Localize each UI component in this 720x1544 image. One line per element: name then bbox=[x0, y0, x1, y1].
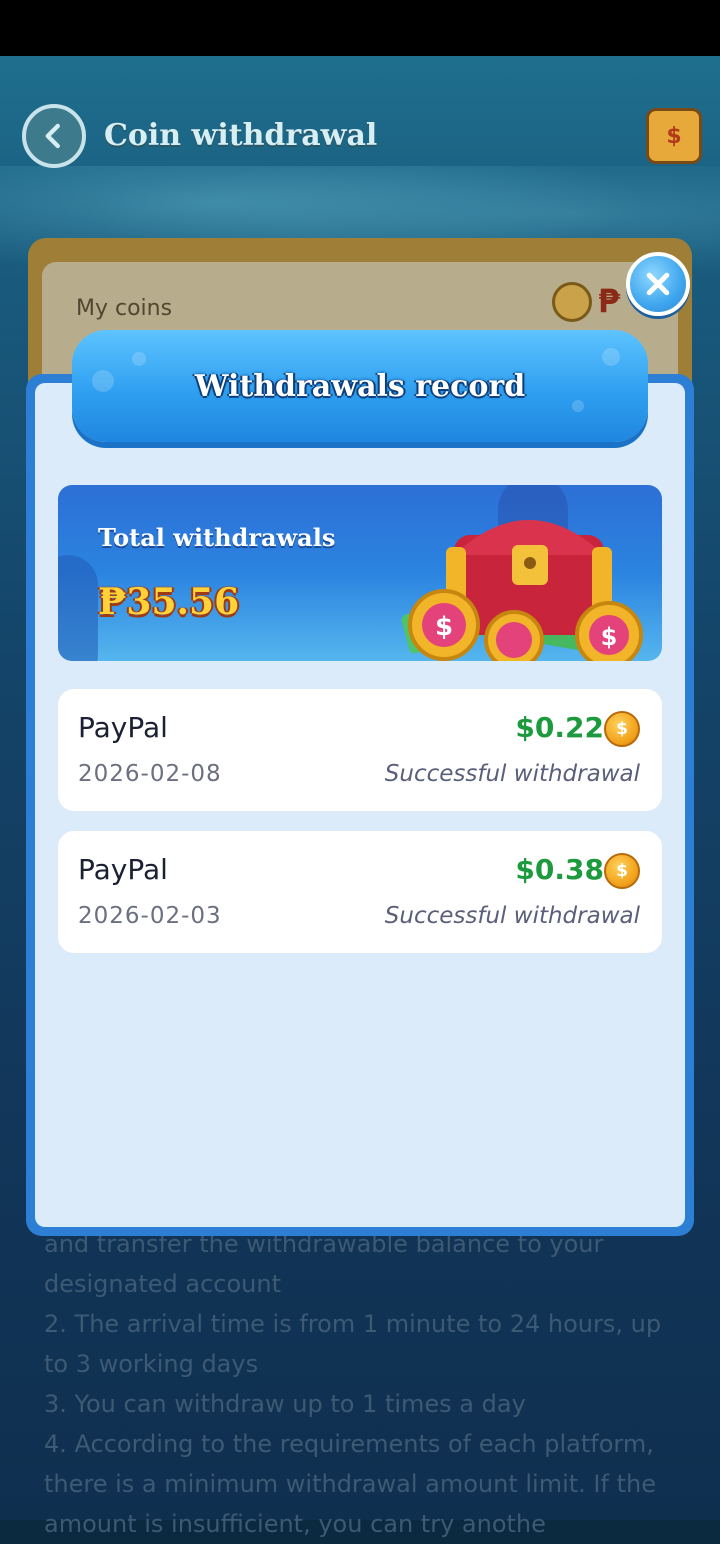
status-bar bbox=[0, 0, 720, 56]
record-amount: $0.22 bbox=[515, 711, 604, 744]
record-date: 2026-02-03 bbox=[78, 903, 222, 929]
svg-text:$: $ bbox=[601, 623, 618, 651]
rule-line: 2. The arrival time is from 1 minute to … bbox=[44, 1310, 662, 1338]
page-title: Coin withdrawal bbox=[104, 118, 378, 153]
rule-line: amount is insufficient, you can try anot… bbox=[44, 1510, 546, 1538]
rule-line: designated account bbox=[44, 1270, 281, 1298]
withdrawal-record-item: PayPal 2026-02-03 $0.38 $ Successful wit… bbox=[58, 831, 662, 953]
coin-icon bbox=[552, 282, 592, 322]
total-withdrawals-banner: Total withdrawals ₱35.56 $ $ bbox=[58, 485, 662, 661]
back-button[interactable] bbox=[22, 104, 86, 168]
svg-text:$: $ bbox=[435, 612, 453, 642]
withdrawal-record-item: PayPal 2026-02-08 $0.22 $ Successful wit… bbox=[58, 689, 662, 811]
seaweed-decoration bbox=[58, 555, 98, 661]
total-withdrawals-label: Total withdrawals bbox=[98, 523, 336, 552]
modal-title: Withdrawals record bbox=[194, 368, 526, 404]
record-method: PayPal bbox=[78, 711, 168, 744]
modal-header: Withdrawals record bbox=[72, 330, 648, 442]
record-amount: $0.38 bbox=[515, 853, 604, 886]
record-method: PayPal bbox=[78, 853, 168, 886]
coin-icon: $ bbox=[604, 853, 640, 889]
wallet-icon[interactable]: $ bbox=[646, 108, 702, 164]
rule-line: to 3 working days bbox=[44, 1350, 259, 1378]
record-status: Successful withdrawal bbox=[384, 903, 640, 929]
record-date: 2026-02-08 bbox=[78, 761, 222, 787]
chevron-left-icon bbox=[45, 123, 60, 149]
my-coins-label: My coins bbox=[76, 296, 173, 321]
close-icon bbox=[646, 272, 670, 296]
rule-line: there is a minimum withdrawal amount lim… bbox=[44, 1470, 656, 1498]
coin-icon: $ bbox=[604, 711, 640, 747]
total-withdrawals-amount: ₱35.56 bbox=[98, 581, 240, 623]
close-button[interactable] bbox=[626, 252, 690, 316]
peso-sign: ₱ bbox=[598, 282, 621, 320]
rule-line: 3. You can withdraw up to 1 times a day bbox=[44, 1390, 526, 1418]
withdrawal-rules: and transfer the withdrawable balance to… bbox=[44, 1224, 664, 1544]
record-status: Successful withdrawal bbox=[384, 761, 640, 787]
rule-line: 4. According to the requirements of each… bbox=[44, 1430, 654, 1458]
treasure-chest-illustration: $ $ bbox=[401, 520, 643, 661]
